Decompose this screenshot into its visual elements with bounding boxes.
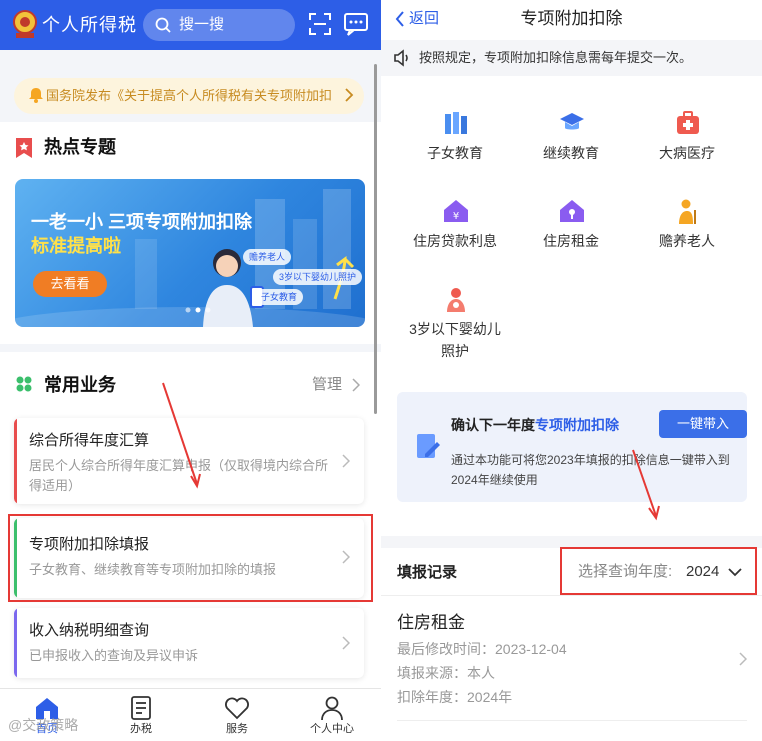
scrollbar[interactable] [374, 64, 377, 414]
banner-tag: 赡养老人 [243, 249, 292, 265]
category-label: 3岁以下婴幼儿照护 [409, 321, 501, 359]
app-title: 个人所得税 [42, 15, 137, 35]
confirm-next-year-card: 确认下一年度专项附加扣除 一键带入 通过本功能可将您2023年填报的扣除信息一键… [397, 392, 747, 502]
category-infant-care[interactable]: 3岁以下婴幼儿照护 [397, 286, 513, 362]
category-label: 大病医疗 [659, 145, 715, 161]
category-continuing-education[interactable]: 继续教育 [513, 110, 629, 166]
bell-icon [29, 88, 43, 103]
search-placeholder: 搜一搜 [179, 16, 225, 33]
chevron-right-icon [352, 378, 360, 392]
elderly-icon [679, 199, 696, 224]
banner-tag: 子女教育 [255, 289, 304, 305]
promo-banner[interactable]: 一老一小 三项专项附加扣除 标准提高啦 去看看 赡养老人 3岁以下婴幼儿照护 子… [15, 179, 365, 327]
confirm-card-title-highlight: 专项附加扣除 [535, 417, 619, 433]
chevron-right-icon [342, 454, 350, 468]
manage-link[interactable]: 管理 [312, 376, 342, 394]
service-card-title: 综合所得年度汇算 [29, 432, 150, 449]
carousel-dots [185, 307, 211, 313]
category-elderly-support[interactable]: 赡养老人 [629, 198, 745, 254]
service-card-subtitle: 居民个人综合所得年度汇算申报（仅取得境内综合所得适用） [29, 458, 329, 493]
notice-text: 国务院发布《关于提高个人所得税有关专项附加扣 [46, 88, 333, 103]
tab-label: 服务 [226, 723, 248, 735]
tip-text: 按照规定，专项附加扣除信息需每年提交一次。 [419, 50, 693, 65]
year-selector-value: 2024 [686, 563, 720, 580]
grid-dots-icon [16, 376, 32, 392]
notice-bar[interactable]: 国务院发布《关于提高个人所得税有关专项附加扣 [14, 78, 364, 114]
category-children-education[interactable]: 子女教育 [397, 110, 513, 166]
service-card-title: 收入纳税明细查询 [29, 622, 150, 639]
banner-subheadline: 标准提高啦 [31, 236, 121, 256]
banner-tag: 3岁以下婴幼儿照护 [273, 269, 363, 285]
highlight-box [8, 514, 373, 602]
scan-icon[interactable] [309, 13, 331, 35]
document-icon [131, 696, 151, 720]
year-selector-label: 选择查询年度: [578, 563, 673, 580]
chevron-right-icon [739, 652, 747, 666]
category-medical[interactable]: 大病医疗 [629, 110, 745, 166]
year-selector[interactable]: 选择查询年度: 2024 [560, 547, 757, 595]
house-yuan-icon: ¥ [444, 200, 468, 222]
graduation-cap-icon [560, 113, 584, 130]
left-screen: 个人所得税 搜一搜 国务院发布《关于提高个人所得税有关专项附加扣 热点专题 一老… [0, 0, 381, 741]
category-housing-loan[interactable]: ¥ 住房贷款利息 [397, 198, 513, 254]
divider [397, 720, 747, 721]
service-card-income-query[interactable]: 收入纳税明细查询 已申报收入的查询及异议申诉 [14, 608, 364, 678]
category-label: 赡养老人 [659, 233, 715, 249]
tab-services[interactable]: 服务 [197, 689, 277, 741]
records-title: 填报记录 [397, 564, 458, 581]
category-label: 子女教育 [427, 145, 483, 161]
card-accent-bar [14, 418, 17, 504]
books-icon [445, 112, 467, 134]
confirm-card-title-prefix: 确认下一年度 [451, 417, 535, 433]
search-icon [155, 17, 171, 33]
confirm-card-description: 通过本功能可将您2023年填报的扣除信息一键带入到2024年继续使用 [451, 453, 730, 487]
record-title: 住房租金 [397, 613, 465, 632]
infant-care-icon [447, 288, 465, 312]
watermark: @交政策略 [8, 717, 79, 733]
heart-icon [225, 697, 249, 720]
chevron-right-icon [342, 636, 350, 650]
confirm-card-title: 确认下一年度专项附加扣除 [451, 416, 619, 434]
common-services-title: 常用业务 [44, 375, 116, 395]
records-header: 填报记录 选择查询年度: 2024 [381, 547, 762, 596]
category-label: 住房贷款利息 [413, 233, 497, 249]
category-label: 继续教育 [543, 145, 599, 161]
category-label: 住房租金 [543, 233, 599, 249]
tab-tax[interactable]: 办税 [101, 689, 181, 741]
tab-label: 个人中心 [310, 723, 354, 735]
banner-headline: 一老一小 三项专项附加扣除 [31, 212, 252, 232]
banner-go-button[interactable]: 去看看 [33, 271, 107, 297]
right-screen: 返回 专项附加扣除 按照规定，专项附加扣除信息需每年提交一次。 子女教育 继续教… [381, 0, 762, 741]
record-last-modified: 最后修改时间：2023-12-04 [397, 641, 567, 657]
medical-kit-icon [677, 111, 699, 134]
tab-profile[interactable]: 个人中心 [292, 689, 372, 741]
tab-label: 办税 [130, 723, 152, 735]
category-housing-rent[interactable]: 住房租金 [513, 198, 629, 254]
hot-topics-title: 热点专题 [44, 137, 116, 157]
one-click-import-button[interactable]: 一键带入 [659, 410, 747, 438]
house-key-icon [560, 200, 584, 222]
service-card-subtitle: 已申报收入的查询及异议申诉 [29, 648, 199, 663]
record-item[interactable]: 住房租金 最后修改时间：2023-12-04 填报来源：本人 扣除年度：2024… [381, 596, 762, 741]
chevron-down-icon [728, 568, 742, 577]
record-source: 填报来源：本人 [397, 665, 495, 681]
nav-bar: 返回 专项附加扣除 [381, 0, 762, 40]
tax-emblem-icon [13, 10, 37, 38]
message-icon[interactable] [344, 12, 368, 36]
search-bar[interactable]: 搜一搜 [143, 9, 295, 41]
edit-document-icon [417, 434, 440, 458]
chevron-right-icon [345, 88, 354, 102]
page-title: 专项附加扣除 [520, 9, 623, 28]
service-card-annual-settlement[interactable]: 综合所得年度汇算 居民个人综合所得年度汇算申报（仅取得境内综合所得适用） [14, 418, 364, 504]
record-year: 扣除年度：2024年 [397, 689, 513, 705]
tip-bar: 按照规定，专项附加扣除信息需每年提交一次。 [381, 40, 762, 76]
speaker-icon [394, 49, 408, 67]
svg-text:¥: ¥ [453, 211, 459, 222]
bookmark-star-icon [16, 138, 32, 158]
card-accent-bar [14, 608, 17, 678]
person-icon [321, 696, 343, 721]
top-header: 个人所得税 搜一搜 [0, 0, 381, 50]
